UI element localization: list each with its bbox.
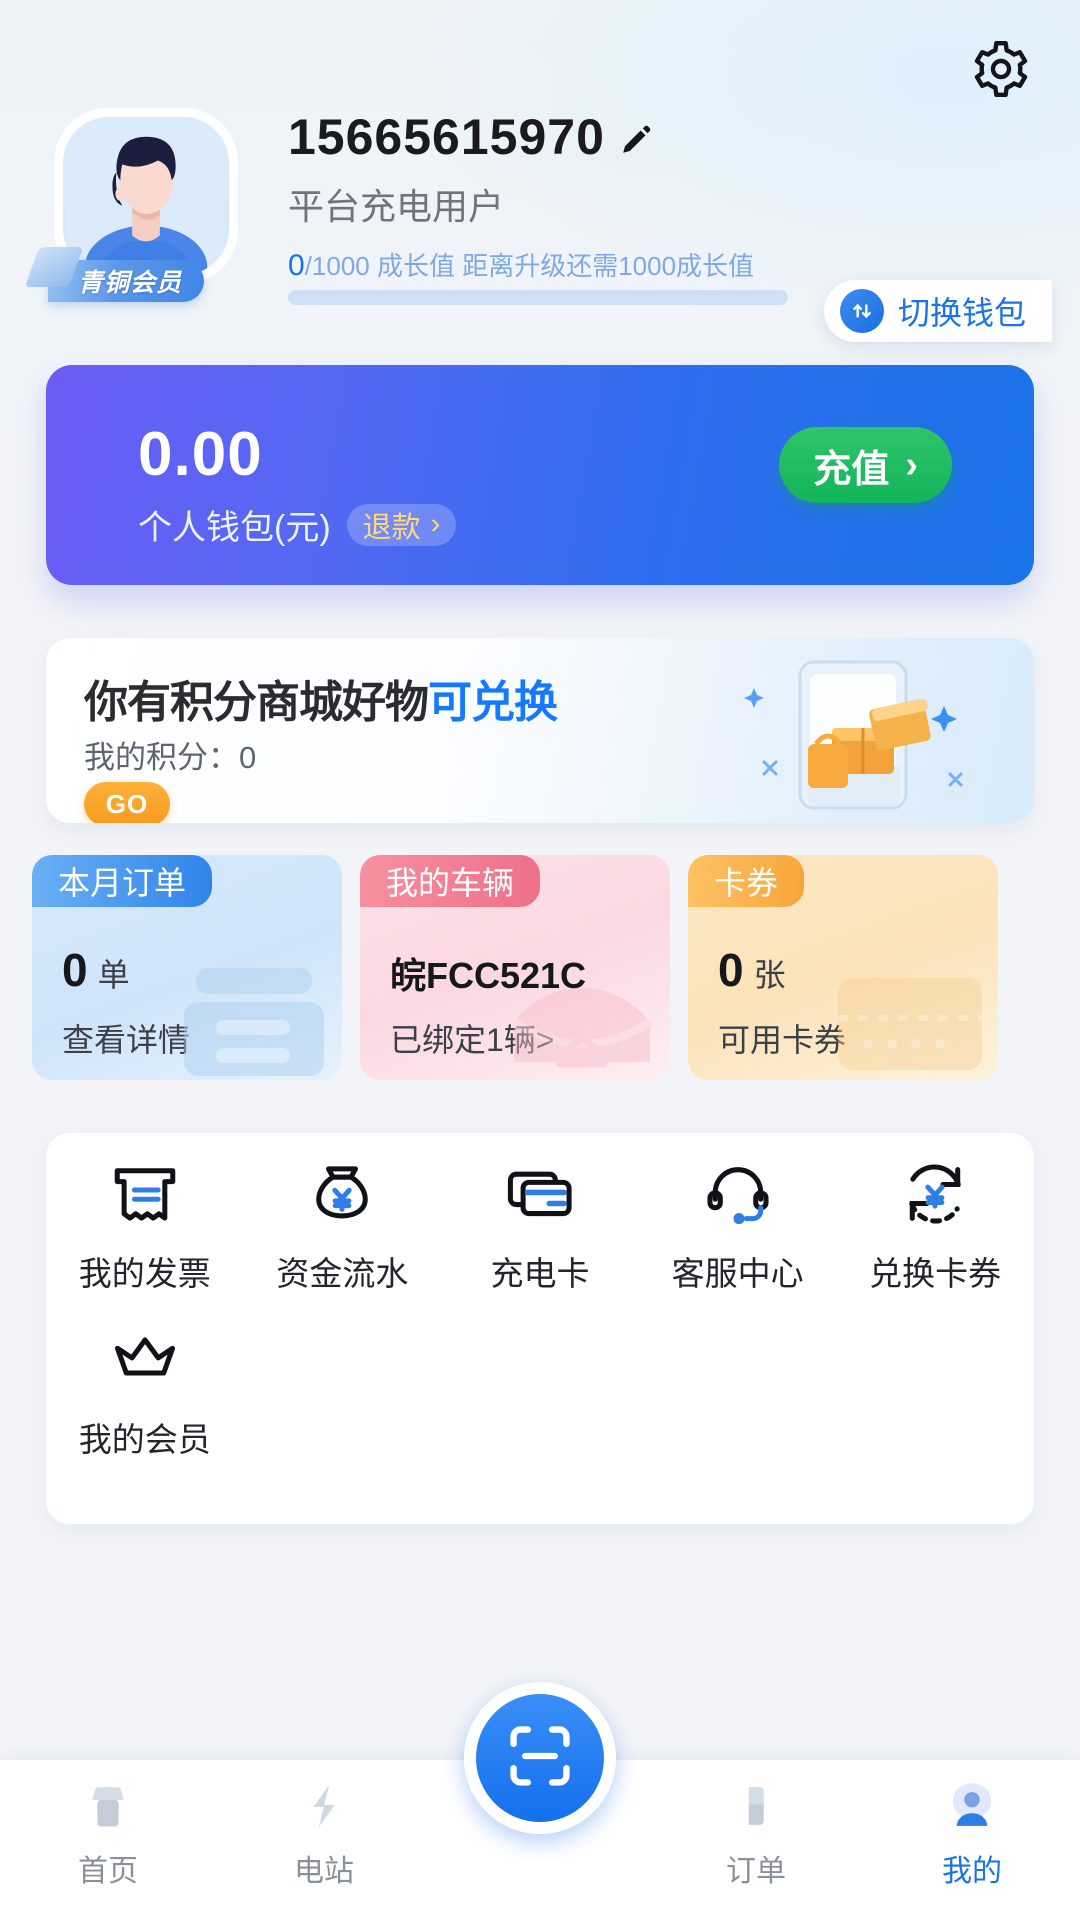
menu-item-label: 充电卡 [490, 1255, 590, 1292]
phone-number: 15665615970 [288, 109, 605, 165]
invoice-icon [108, 1157, 182, 1231]
card-monthly-orders[interactable]: 本月订单 0单 查看详情 [32, 855, 342, 1080]
wallet-subrow: 个人钱包(元) 退款 › [138, 500, 457, 549]
menu-item-label: 资金流水 [276, 1255, 409, 1292]
menu-item-membership[interactable]: 我的会员 [46, 1323, 244, 1461]
card-tab-label: 我的车辆 [360, 855, 541, 907]
menu-row-1: 我的发票 资金流水 充电卡 客服中心 兑换卡券 [46, 1157, 1034, 1295]
headset-icon [701, 1157, 775, 1231]
tab-label: 首页 [78, 1855, 138, 1888]
menu-item-label: 我的发票 [78, 1255, 211, 1292]
user-type: 平台充电用户 [288, 186, 505, 227]
menu-item-customer-service[interactable]: 客服中心 [639, 1157, 837, 1295]
crown-icon [108, 1323, 182, 1397]
profile-info: 15665615970 平台充电用户 0/1000 成长值 距离升级还需1000… [288, 108, 754, 283]
tab-label: 电站 [294, 1855, 354, 1888]
pencil-icon[interactable] [619, 123, 653, 157]
coupon-icon [830, 960, 990, 1080]
member-badge: 青铜会员 [48, 260, 205, 302]
card-my-vehicle[interactable]: 我的车辆 皖FCC521C 已绑定1辆> [360, 855, 670, 1080]
money-bag-icon [305, 1157, 379, 1231]
points-title: 你有积分商城好物可兑换 [84, 666, 558, 730]
points-banner[interactable]: 你有积分商城好物可兑换 我的积分：0 GO [46, 638, 1034, 823]
menu-item-charge-card[interactable]: 充电卡 [441, 1157, 639, 1295]
card-tab-label: 卡券 [688, 855, 805, 907]
growth-current: 0 [288, 249, 305, 282]
growth-suffix: /1000 成长值 距离升级还需1000成长值 [304, 251, 755, 281]
menu-spacer [836, 1323, 1034, 1461]
tab-label: 我的 [942, 1855, 1002, 1888]
car-icon [502, 960, 662, 1080]
growth-text: 0/1000 成长值 距离升级还需1000成长值 [288, 246, 754, 283]
menu-row-2: 我的会员 [46, 1323, 1034, 1461]
wallet-card[interactable]: 0.00 个人钱包(元) 退款 › 充值 › [46, 365, 1034, 585]
gift-package-illustration [712, 648, 1012, 818]
topup-arrow: › [905, 443, 918, 486]
growth-progress-bar [288, 290, 788, 305]
menu-item-label: 我的会员 [78, 1421, 211, 1458]
my-points-label: 我的积分： [84, 740, 239, 775]
card-value-unit: 单 [97, 957, 130, 993]
stat-cards: 本月订单 0单 查看详情 我的车辆 皖FCC521C 已绑定1辆> 卡券 0 张… [32, 855, 1048, 1080]
points-go-button[interactable]: GO [84, 782, 170, 823]
wallet-label: 个人钱包(元) [138, 509, 331, 547]
menu-item-invoice[interactable]: 我的发票 [46, 1157, 244, 1295]
topup-button[interactable]: 充值 › [779, 427, 952, 503]
menu-item-exchange-coupon[interactable]: 兑换卡券 [836, 1157, 1034, 1295]
card-value: 0单 [62, 943, 130, 997]
menu-spacer [244, 1323, 442, 1461]
card-value: 0张 [718, 943, 786, 997]
points-subtitle: 我的积分：0 [84, 732, 256, 777]
scan-icon [503, 1719, 577, 1798]
card-value-unit: 张 [753, 957, 786, 993]
profile-header: 青铜会员 15665615970 平台充电用户 0/1000 成长值 距离升级还… [48, 108, 1052, 342]
tab-orders[interactable]: 订单 [648, 1774, 864, 1890]
refund-arrow: › [430, 508, 441, 540]
exchange-coupon-icon [898, 1157, 972, 1231]
wallet-amount: 0.00 [138, 420, 263, 489]
points-title-plain: 你有积分商城好物 [84, 678, 429, 727]
switch-wallet-label: 切换钱包 [897, 295, 1026, 331]
menu-grid: 我的发票 资金流水 充电卡 客服中心 兑换卡券 我的会员 [46, 1133, 1034, 1524]
menu-spacer [639, 1323, 837, 1461]
menu-item-label: 客服中心 [671, 1255, 804, 1292]
home-icon [76, 1774, 140, 1838]
order-list-icon [174, 960, 334, 1080]
refund-label: 退款 [362, 511, 421, 544]
charging-station-icon [292, 1774, 356, 1838]
switch-wallet-button[interactable]: 切换钱包 [823, 280, 1052, 342]
tab-label: 订单 [726, 1855, 786, 1888]
avatar-image [63, 117, 229, 275]
wallet-switch-icon [839, 289, 884, 333]
orders-icon [724, 1774, 788, 1838]
avatar-wrapper[interactable]: 青铜会员 [48, 108, 244, 302]
tab-stations[interactable]: 电站 [216, 1774, 432, 1890]
profile-screen: 青铜会员 15665615970 平台充电用户 0/1000 成长值 距离升级还… [0, 0, 1080, 1920]
card-value-number: 0 [718, 944, 744, 996]
topup-label: 充值 [813, 448, 890, 491]
card-foot[interactable]: 查看详情 [62, 1015, 190, 1061]
avatar[interactable] [54, 108, 238, 284]
points-title-accent: 可兑换 [428, 678, 558, 727]
my-points-value: 0 [239, 740, 257, 775]
refund-button[interactable]: 退款 › [346, 503, 457, 546]
phone-row[interactable]: 15665615970 [288, 108, 754, 166]
scan-button[interactable] [464, 1682, 616, 1834]
profile-icon [940, 1774, 1004, 1838]
menu-item-fund-flow[interactable]: 资金流水 [244, 1157, 442, 1295]
tab-profile[interactable]: 我的 [864, 1774, 1080, 1890]
card-coupons[interactable]: 卡券 0张 可用卡券 [688, 855, 998, 1080]
card-value-number: 0 [62, 944, 88, 996]
gear-icon[interactable] [970, 38, 1032, 100]
tab-home[interactable]: 首页 [0, 1774, 216, 1890]
menu-spacer [441, 1323, 639, 1461]
card-tab-label: 本月订单 [32, 855, 213, 907]
charge-card-icon [503, 1157, 577, 1231]
menu-item-label: 兑换卡券 [869, 1255, 1002, 1292]
card-foot[interactable]: 可用卡券 [718, 1015, 846, 1061]
